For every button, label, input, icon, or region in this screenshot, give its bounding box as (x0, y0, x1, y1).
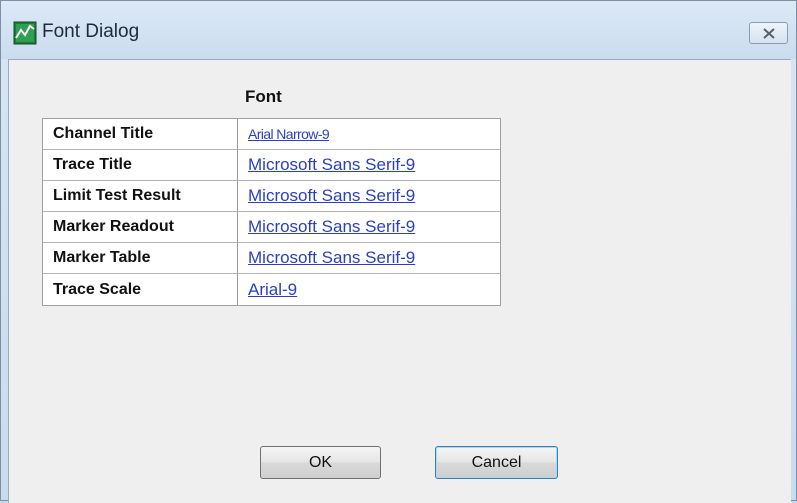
table-row: Marker Table Microsoft Sans Serif-9 (43, 243, 500, 274)
font-settings-table: Channel Title Arial Narrow-9 Trace Title… (42, 118, 501, 306)
font-link-limit-test-result[interactable]: Microsoft Sans Serif-9 (248, 186, 415, 205)
ok-button[interactable]: OK (260, 446, 381, 479)
font-column-header: Font (245, 87, 282, 106)
table-row: Limit Test Result Microsoft Sans Serif-9 (43, 181, 500, 212)
dialog-body: Font Channel Title Arial Narrow-9 Trace … (8, 59, 791, 503)
row-label: Marker Table (43, 243, 238, 274)
table-row: Trace Title Microsoft Sans Serif-9 (43, 150, 500, 181)
cancel-button[interactable]: Cancel (435, 446, 558, 479)
row-label: Trace Scale (43, 274, 238, 305)
table-row: Trace Scale Arial-9 (43, 274, 500, 305)
font-link-marker-readout[interactable]: Microsoft Sans Serif-9 (248, 217, 415, 236)
window-title: Font Dialog (42, 21, 140, 42)
row-label: Trace Title (43, 150, 238, 181)
font-link-trace-title[interactable]: Microsoft Sans Serif-9 (248, 155, 415, 174)
font-link-trace-scale[interactable]: Arial-9 (248, 280, 297, 299)
title-bar[interactable]: Font Dialog (1, 1, 796, 59)
row-label: Marker Readout (43, 212, 238, 243)
chart-icon (13, 21, 37, 45)
close-button[interactable] (749, 22, 788, 44)
font-link-marker-table[interactable]: Microsoft Sans Serif-9 (248, 248, 415, 267)
row-label: Channel Title (43, 119, 238, 150)
table-row: Channel Title Arial Narrow-9 (43, 119, 500, 150)
font-link-channel-title[interactable]: Arial Narrow-9 (248, 126, 330, 142)
row-label: Limit Test Result (43, 181, 238, 212)
font-dialog-window: Font Dialog Font Channel Title Arial Nar… (0, 0, 797, 503)
table-row: Marker Readout Microsoft Sans Serif-9 (43, 212, 500, 243)
close-icon (762, 27, 775, 39)
